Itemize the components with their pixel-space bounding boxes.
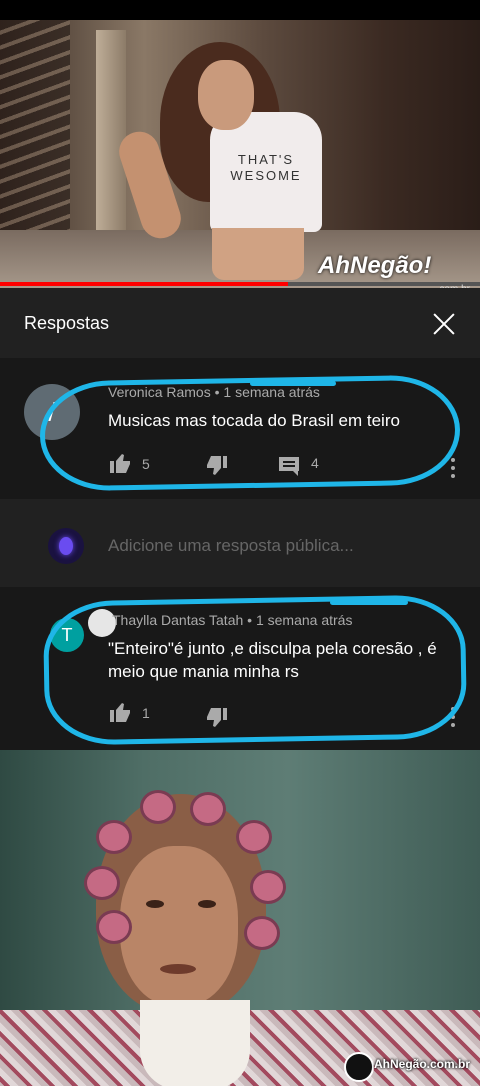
watermark-bottom: AhNegão.com.br [344,1050,478,1082]
shirt-print: THAT'S WESOME [212,152,320,184]
hair-roller [190,792,226,826]
hair-roller [250,870,286,904]
photo-eye [146,900,164,908]
hair-roller [140,790,176,824]
hair-roller [84,866,120,900]
woman-midriff [212,228,304,280]
watermark-logo: AhNegão! [318,252,432,279]
watermark-text: AhNegão.com.br [374,1057,471,1071]
replies-title: Respostas [24,313,110,333]
video-progress-fill [0,282,288,286]
highlight-stroke [250,381,336,386]
shirt-text-line1: THAT'S [237,152,295,167]
mascot-icon [344,1052,374,1082]
woman-face [198,60,254,130]
status-bar [0,0,480,20]
hair-roller [96,910,132,944]
more-icon[interactable] [451,458,457,482]
hair-roller [96,820,132,854]
reply-input[interactable]: Adicione uma resposta pública... [108,536,354,556]
highlight-circle [42,594,468,746]
photo-face [120,846,238,1006]
highlight-stroke [330,600,408,605]
hair-roller [236,820,272,854]
close-icon[interactable] [428,308,460,340]
meme-photo [0,750,480,1086]
hair-roller [244,916,280,950]
video-player[interactable]: THAT'S WESOME [0,20,480,288]
avatar [48,528,84,564]
highlight-circle [39,374,461,492]
shirt-text-line2: WESOME [230,168,302,183]
photo-collar [140,1000,250,1086]
photo-eye [198,900,216,908]
photo-mouth [160,964,196,974]
